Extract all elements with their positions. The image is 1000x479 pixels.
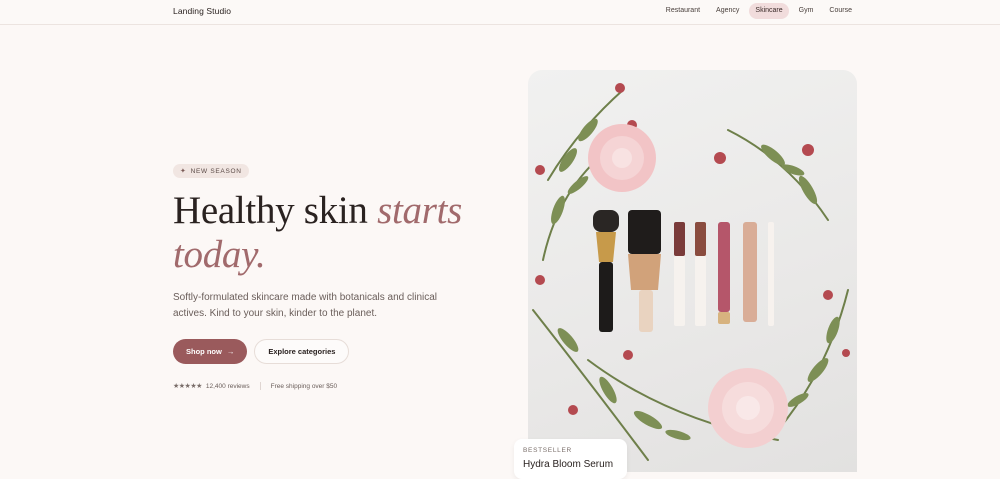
nav-link-skincare[interactable]: Skincare bbox=[749, 3, 789, 19]
shop-now-button[interactable]: Shop now → bbox=[173, 339, 248, 364]
product-flatlay-illustration bbox=[532, 83, 850, 461]
nav-link-agency[interactable]: Agency bbox=[710, 3, 745, 19]
nav-link-gym[interactable]: Gym bbox=[793, 3, 820, 19]
hero-image bbox=[528, 70, 857, 472]
arrow-right-icon: → bbox=[226, 347, 235, 356]
nav-links: Restaurant Agency Skincare Gym Course bbox=[660, 3, 858, 19]
card-kicker: BESTSELLER bbox=[523, 447, 572, 454]
sparkle-icon: ✦ bbox=[180, 168, 187, 175]
new-season-badge: ✦ NEW SEASON bbox=[173, 164, 249, 178]
reviews-count: 12,400 reviews bbox=[205, 382, 250, 390]
meta-divider bbox=[259, 382, 261, 390]
hero-subtitle: Softly-formulated skincare made with bot… bbox=[173, 292, 438, 319]
top-nav: Landing Studio Restaurant Agency Skincar… bbox=[0, 0, 1000, 25]
badge-label: NEW SEASON bbox=[190, 167, 242, 175]
hero-headline: Healthy skin starts today. bbox=[173, 189, 503, 277]
headline-accent-starts: starts bbox=[377, 189, 462, 232]
shop-now-label: Shop now bbox=[186, 347, 222, 356]
shipping-note: Free shipping over $50 bbox=[270, 382, 338, 390]
star-rating-icon: ★★★★★ bbox=[173, 383, 202, 390]
hero-ctas: Shop now → Explore categories bbox=[173, 339, 503, 364]
nav-link-course[interactable]: Course bbox=[823, 3, 858, 19]
hero-meta: ★★★★★ 12,400 reviews Free shipping over … bbox=[173, 382, 503, 390]
headline-accent-today: today. bbox=[173, 233, 266, 276]
card-title: Hydra Bloom Serum bbox=[523, 459, 614, 470]
hero-content: ✦ NEW SEASON Healthy skin starts today. S… bbox=[173, 160, 503, 390]
headline-plain: Healthy skin bbox=[173, 189, 378, 232]
bestseller-card[interactable]: BESTSELLER Hydra Bloom Serum bbox=[514, 439, 627, 479]
nav-link-restaurant[interactable]: Restaurant bbox=[660, 3, 706, 19]
explore-categories-button[interactable]: Explore categories bbox=[254, 339, 350, 364]
rating: ★★★★★ 12,400 reviews bbox=[173, 382, 250, 391]
brand-logo[interactable]: Landing Studio bbox=[173, 6, 231, 16]
